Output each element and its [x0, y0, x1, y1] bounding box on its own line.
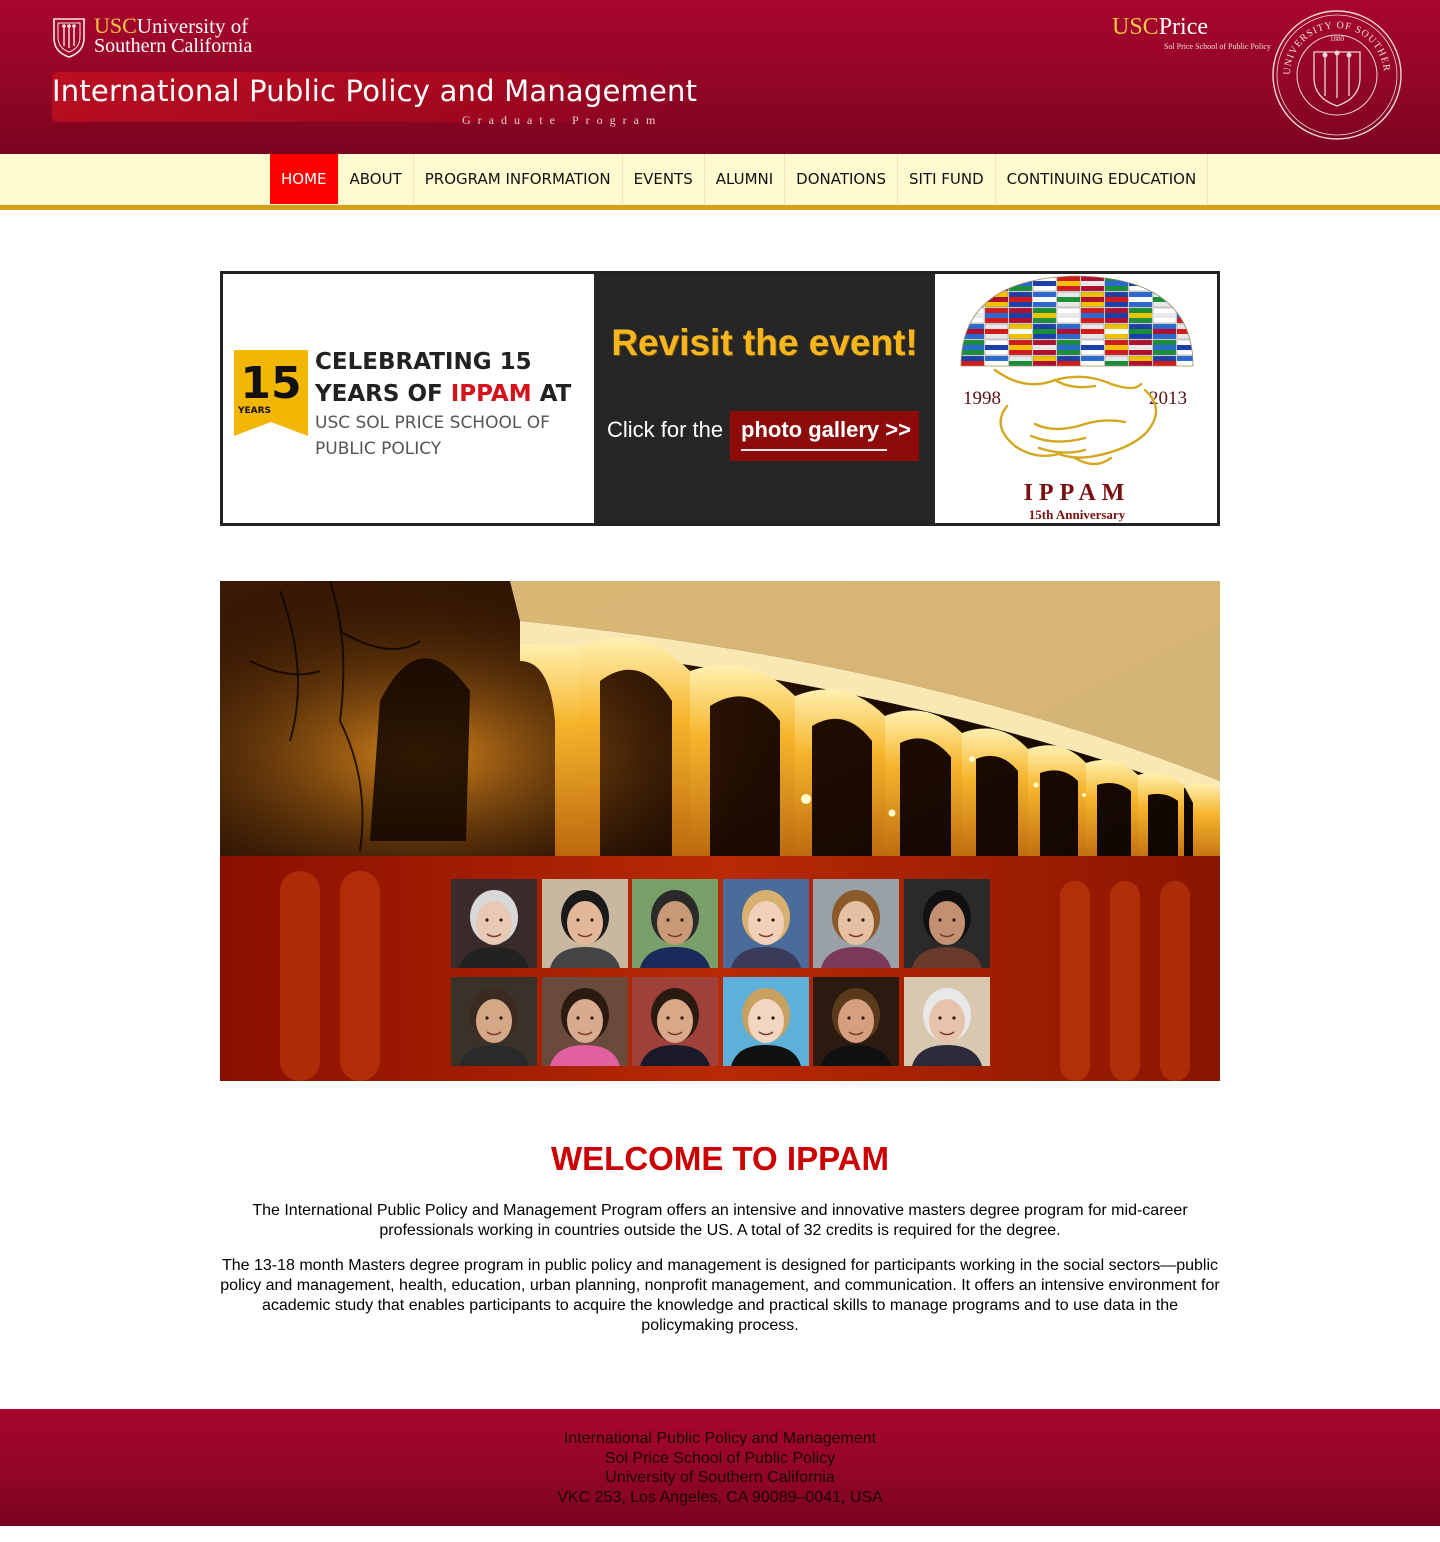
revisit-heading: Revisit the event! [611, 322, 918, 363]
price-abbr: USC [1112, 14, 1159, 40]
usc-shield-icon [53, 18, 85, 58]
faculty-photo[interactable] [541, 879, 628, 968]
nav-item-siti-fund[interactable]: SITI FUND [898, 154, 996, 204]
footer-line-1: International Public Policy and Manageme… [563, 1430, 877, 1447]
footer-line-2: Sol Price School of Public Policy [604, 1449, 836, 1467]
photo-gallery-label: photo gallery >> [741, 417, 911, 442]
faculty-photo[interactable] [722, 879, 809, 968]
nav-item-about[interactable]: ABOUT [339, 154, 414, 204]
footer-address: International Public Policy and Manageme… [0, 1429, 1440, 1507]
faculty-photo[interactable] [541, 977, 628, 1066]
banner-celebrate-panel: 15 YEARS CELEBRATING 15 YEARS OF IPPAM A… [223, 274, 594, 523]
photo-gallery-button[interactable]: photo gallery >> [730, 411, 919, 461]
nav-item-program-information[interactable]: PROGRAM INFORMATION [414, 154, 623, 204]
nav-item-events[interactable]: EVENTS [623, 154, 705, 204]
click-for-label: Click for the [607, 417, 724, 442]
faculty-photo[interactable] [632, 977, 718, 1066]
celebrate-heading: CELEBRATING 15 YEARS OF IPPAM AT [315, 349, 572, 407]
site-footer: International Public Policy and Manageme… [0, 1409, 1440, 1526]
price-rest: Price [1158, 14, 1208, 40]
usc-price-logo[interactable]: USCPrice Sol Price School of Public Poli… [1112, 14, 1271, 51]
gallery-underline [741, 449, 887, 451]
footer-line-4: VKC 253, Los Angeles, CA 90089–0041, USA [557, 1488, 883, 1506]
program-paragraph: The 13-18 month Masters degree program i… [220, 1257, 1220, 1334]
site-subtitle: Graduate Program [462, 113, 663, 127]
banner-anniversary-emblem: 1998 2013 IPPAM 15th Anniversary [935, 274, 1217, 523]
svg-text:15th Anniversary: 15th Anniversary [1029, 507, 1126, 522]
faculty-photo[interactable] [903, 879, 990, 968]
welcome-heading: WELCOME TO IPPAM [551, 1140, 889, 1177]
usc-logo[interactable]: USCUniversity of Southern California [52, 15, 253, 58]
banner-gallery-panel: Revisit the event! Click for the photo g… [594, 274, 935, 523]
university-seal-icon: UNIVERSITY OF SOUTHERN CALIFORNIA 1880 [1270, 8, 1402, 140]
faculty-photo[interactable] [451, 879, 537, 968]
svg-text:YEARS: YEARS [237, 406, 271, 416]
nav-item-alumni[interactable]: ALUMNI [705, 154, 786, 204]
nav-item-home[interactable]: HOME [270, 154, 339, 204]
faculty-photo[interactable] [903, 977, 990, 1066]
intro-paragraph: The International Public Policy and Mana… [252, 1202, 1188, 1239]
main-nav: HOME ABOUT PROGRAM INFORMATION EVENTS AL… [0, 154, 1440, 210]
faculty-photo[interactable] [722, 977, 809, 1066]
ribbon-15-years-icon: 15 YEARS [234, 350, 308, 436]
price-sub: Sol Price School of Public Policy [1164, 42, 1271, 51]
svg-text:1998: 1998 [963, 388, 1001, 409]
site-header: USCUniversity of Southern California Int… [0, 0, 1440, 154]
faculty-photo[interactable] [632, 879, 718, 968]
seal-year: 1880 [1330, 35, 1345, 43]
faculty-photo[interactable] [451, 977, 537, 1066]
svg-text:15: 15 [240, 358, 301, 409]
site-title[interactable]: International Public Policy and Manageme… [52, 74, 697, 108]
anniversary-banner[interactable]: 15 YEARS CELEBRATING 15 YEARS OF IPPAM A… [220, 271, 1220, 526]
celebrate-subheading: USC SOL PRICE SCHOOL OF PUBLIC POLICY [315, 413, 550, 459]
faculty-photos-grid [220, 856, 1220, 1081]
nav-list: HOME ABOUT PROGRAM INFORMATION EVENTS AL… [270, 154, 1209, 204]
faculty-photo[interactable] [813, 879, 899, 968]
nav-item-continuing-education[interactable]: CONTINUING EDUCATION [996, 154, 1209, 204]
faculty-photo[interactable] [813, 977, 899, 1066]
hero-image [220, 581, 1220, 1081]
svg-text:IPPAM: IPPAM [1024, 480, 1131, 506]
usc-line2: Southern California [94, 35, 253, 57]
globe-handshake-icon: 1998 2013 IPPAM 15th Anniversary [960, 275, 1194, 522]
nav-item-donations[interactable]: DONATIONS [785, 154, 898, 204]
footer-line-3: University of Southern California [605, 1469, 835, 1486]
